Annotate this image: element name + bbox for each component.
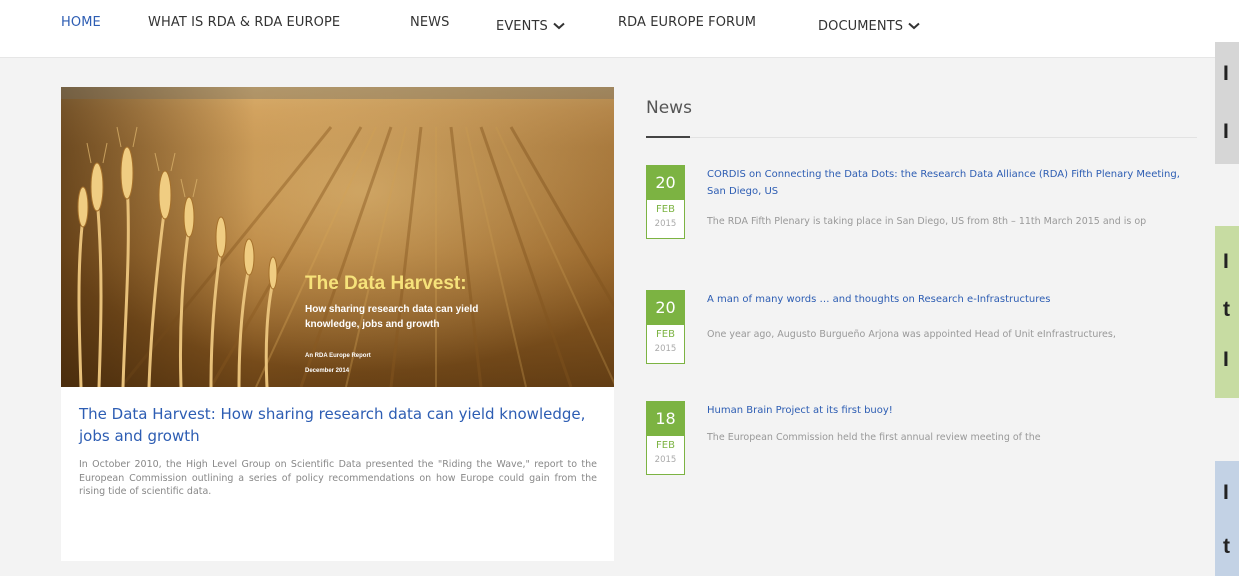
news-item-excerpt: The RDA Fifth Plenary is taking place in… xyxy=(707,216,1147,227)
featured-article-description: In October 2010, the High Level Group on… xyxy=(79,459,597,497)
chevron-down-icon[interactable] xyxy=(553,22,565,30)
side-panel-text: I xyxy=(1223,62,1229,85)
side-panel-green[interactable]: I t I xyxy=(1215,226,1239,398)
news-item-title-link[interactable]: CORDIS on Connecting the Data Dots: the … xyxy=(707,166,1197,200)
side-panel-text: t xyxy=(1223,298,1230,321)
news-date-year: 2015 xyxy=(654,219,677,229)
nav-events-label[interactable]: EVENTS xyxy=(496,19,548,34)
news-date-month: FEB xyxy=(656,204,675,215)
image-report-line: An RDA Europe Report xyxy=(305,353,371,359)
nav-home[interactable]: HOME xyxy=(61,15,101,30)
nav-rda-europe-forum[interactable]: RDA EUROPE FORUM xyxy=(618,15,756,30)
image-title-text: The Data Harvest: xyxy=(305,273,467,294)
news-item-excerpt: One year ago, Augusto Burgueño Arjona wa… xyxy=(707,329,1116,340)
news-date-day: 20 xyxy=(647,291,684,325)
side-panel-text: t xyxy=(1223,535,1230,558)
nav-documents-menu[interactable]: DOCUMENTS xyxy=(818,15,920,34)
nav-what-is-rda[interactable]: WHAT IS RDA & RDA EUROPE xyxy=(148,15,340,30)
side-panel-blue[interactable]: I t xyxy=(1215,461,1239,576)
news-date-year: 2015 xyxy=(654,344,677,354)
news-section-heading: News xyxy=(646,98,692,118)
news-date-badge: 20 FEB 2015 xyxy=(646,290,685,364)
featured-article-title-link[interactable]: The Data Harvest: How sharing research d… xyxy=(79,403,599,447)
featured-article-image[interactable]: The Data Harvest: How sharing research d… xyxy=(61,87,614,387)
side-panel-text: I xyxy=(1223,481,1229,504)
news-date-badge: 18 FEB 2015 xyxy=(646,401,685,475)
nav-news[interactable]: NEWS xyxy=(410,15,449,30)
news-date-month: FEB xyxy=(656,329,675,340)
image-subtitle-text: How sharing research data can yield know… xyxy=(305,304,479,330)
news-date-day: 18 xyxy=(647,402,684,436)
side-panel-text: I xyxy=(1223,250,1229,273)
side-panel-text: I xyxy=(1223,348,1229,371)
featured-article-card[interactable]: The Data Harvest: How sharing research d… xyxy=(61,87,614,561)
news-date-year: 2015 xyxy=(654,455,677,465)
image-date-line: December 2014 xyxy=(305,368,350,374)
news-date-badge: 20 FEB 2015 xyxy=(646,165,685,239)
side-panel-text: I xyxy=(1223,120,1229,143)
news-date-day: 20 xyxy=(647,166,684,200)
nav-events-menu[interactable]: EVENTS xyxy=(496,15,565,34)
news-item-excerpt: The European Commission held the first a… xyxy=(707,432,1041,443)
news-heading-accent-bar xyxy=(646,136,690,138)
side-panel-grey[interactable]: I I xyxy=(1215,42,1239,164)
chevron-down-icon[interactable] xyxy=(908,22,920,30)
news-item-title-link[interactable]: A man of many words … and thoughts on Re… xyxy=(707,291,1197,308)
wheat-field-image xyxy=(61,87,614,387)
top-navigation: HOME WHAT IS RDA & RDA EUROPE NEWS EVENT… xyxy=(0,0,1239,58)
nav-documents-label[interactable]: DOCUMENTS xyxy=(818,19,903,34)
news-heading-divider xyxy=(646,137,1197,138)
news-item-title-link[interactable]: Human Brain Project at its first buoy! xyxy=(707,402,1197,419)
news-date-month: FEB xyxy=(656,440,675,451)
